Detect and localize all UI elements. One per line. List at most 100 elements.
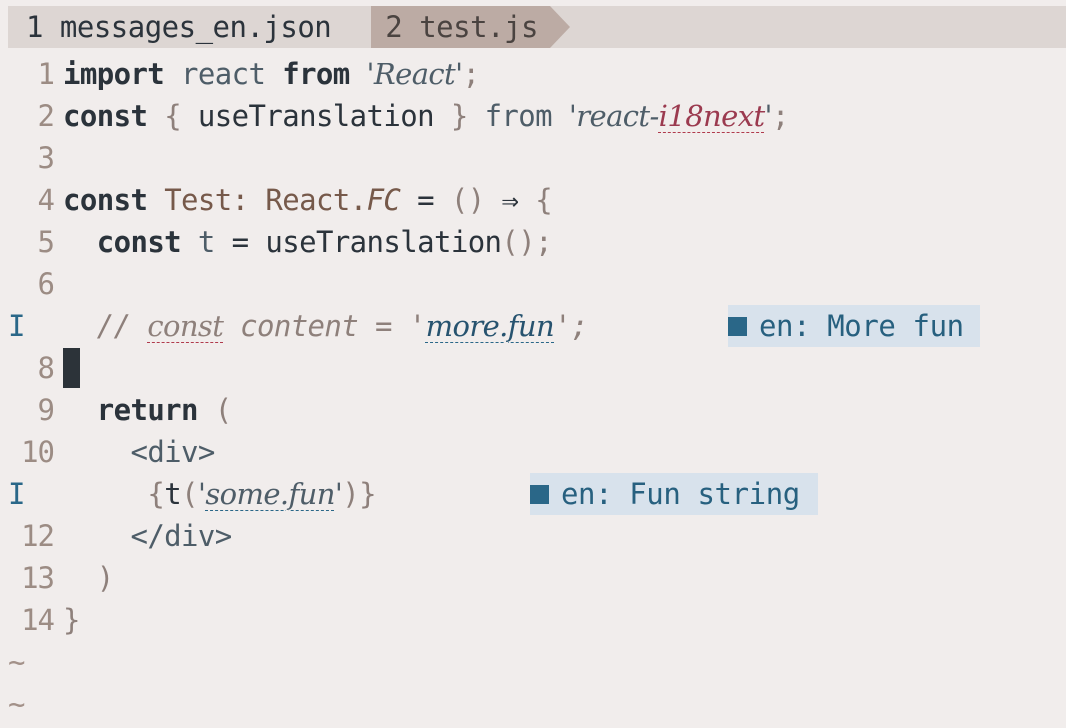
text-cursor bbox=[63, 348, 80, 388]
square-icon bbox=[728, 316, 747, 336]
empty-line-marker: ~ bbox=[8, 687, 26, 721]
code-line: 9 return ( bbox=[0, 389, 1066, 431]
parens: () bbox=[450, 183, 485, 217]
code-text: return ( bbox=[63, 389, 233, 431]
line-number: 3 bbox=[37, 141, 55, 175]
operator: = bbox=[214, 225, 266, 259]
code-text: {t('some.fun')} bbox=[63, 473, 376, 515]
line-number: 1 bbox=[37, 57, 55, 91]
line-number: 12 bbox=[21, 519, 55, 553]
code-line: 10 <div> bbox=[0, 431, 1066, 473]
quote: ' bbox=[408, 309, 426, 343]
code-text bbox=[63, 347, 80, 389]
paren: ) bbox=[96, 561, 114, 595]
spelling-error: const bbox=[147, 309, 224, 343]
brace: } bbox=[63, 603, 80, 637]
parens: () bbox=[501, 225, 536, 259]
quote: ' bbox=[764, 99, 773, 133]
line-number: 8 bbox=[37, 351, 55, 385]
keyword: const bbox=[63, 183, 148, 217]
tab-label: 1 messages_en.json bbox=[26, 10, 332, 44]
jsx-tag: <div> bbox=[130, 435, 215, 469]
code-line: 14 } bbox=[0, 599, 1066, 641]
code-text: <div> bbox=[63, 431, 215, 473]
identifier: t bbox=[181, 225, 215, 259]
empty-line: ~ bbox=[0, 683, 1066, 725]
tab-separator-icon bbox=[351, 6, 372, 48]
paren: ) bbox=[342, 477, 360, 511]
code-text: // const content = 'more.fun'; bbox=[63, 305, 589, 347]
quote: ' bbox=[554, 309, 571, 343]
spelling-error: i18next bbox=[658, 99, 765, 133]
i18n-key[interactable]: some.fun bbox=[205, 477, 335, 511]
identifier: react bbox=[164, 57, 283, 91]
comment-marker: // bbox=[96, 309, 148, 343]
code-text: import react from 'React'; bbox=[63, 53, 480, 95]
code-line: 13 ) bbox=[0, 557, 1066, 599]
function-name: useTranslation bbox=[265, 225, 502, 259]
keyword: import bbox=[63, 57, 165, 91]
keyword: from bbox=[282, 57, 350, 91]
line-number: 14 bbox=[21, 603, 55, 637]
translation-text: en: Fun string bbox=[561, 477, 800, 511]
code-line: 8 bbox=[0, 347, 1066, 389]
code-line: 12 </div> bbox=[0, 515, 1066, 557]
type-name: FC bbox=[366, 183, 401, 217]
code-text: ) bbox=[63, 557, 114, 599]
tabline: 1 messages_en.json 2 test.js bbox=[8, 6, 1066, 48]
tab-messages-en-json[interactable]: 1 messages_en.json bbox=[8, 6, 351, 48]
code-line: 4 const Test: React.FC = () ⇒ { bbox=[0, 179, 1066, 221]
string-literal: react- bbox=[576, 99, 659, 133]
arrow-operator: ⇒ bbox=[484, 183, 536, 217]
tab-arrow-icon bbox=[549, 6, 570, 48]
semicolon: ; bbox=[771, 99, 789, 133]
jsx-tag: </div> bbox=[130, 519, 232, 553]
code-text: const Test: React.FC = () ⇒ { bbox=[63, 179, 553, 221]
line-number: 5 bbox=[37, 225, 55, 259]
i18n-key[interactable]: more.fun bbox=[426, 309, 555, 343]
dot: . bbox=[349, 183, 367, 217]
code-text: const t = useTranslation(); bbox=[63, 221, 553, 263]
line-number: 4 bbox=[37, 183, 55, 217]
code-line: 1 import react from 'React'; bbox=[0, 53, 1066, 95]
keyword: const bbox=[96, 225, 182, 259]
virtual-text-translation: en: More fun bbox=[728, 305, 980, 347]
i18n-sign-icon: I bbox=[8, 309, 25, 343]
code-line: I // const content = 'more.fun'; en: Mor… bbox=[0, 305, 1066, 347]
paren: ( bbox=[181, 477, 198, 511]
square-icon bbox=[530, 484, 549, 504]
paren: ( bbox=[197, 393, 232, 427]
editor-buffer[interactable]: 1 import react from 'React'; 2 const { u… bbox=[0, 53, 1066, 725]
line-number: 10 bbox=[21, 435, 55, 469]
empty-line: ~ bbox=[0, 641, 1066, 683]
brace: { bbox=[147, 477, 165, 511]
code-line: 2 const { useTranslation } from ' react-i… bbox=[0, 95, 1066, 137]
code-line: 6 bbox=[0, 263, 1066, 305]
brace: } bbox=[450, 99, 468, 133]
virtual-text-translation: en: Fun string bbox=[530, 473, 818, 515]
semicolon: ; bbox=[570, 309, 588, 343]
keyword: from bbox=[467, 99, 569, 133]
identifier: useTranslation bbox=[181, 99, 451, 133]
operator: = bbox=[400, 183, 451, 217]
code-line: 3 bbox=[0, 137, 1066, 179]
code-text: } bbox=[63, 599, 80, 641]
code-line: 5 const t = useTranslation(); bbox=[0, 221, 1066, 263]
function-name: t bbox=[164, 477, 182, 511]
keyword: const bbox=[63, 99, 148, 133]
i18n-sign-icon: I bbox=[8, 477, 25, 511]
keyword: return bbox=[96, 393, 199, 427]
identifier: Test bbox=[164, 183, 232, 217]
empty-line-marker: ~ bbox=[8, 645, 26, 679]
line-number: 2 bbox=[37, 99, 55, 133]
tab-test-js[interactable]: 2 test.js bbox=[351, 6, 570, 48]
brace: } bbox=[359, 477, 376, 511]
